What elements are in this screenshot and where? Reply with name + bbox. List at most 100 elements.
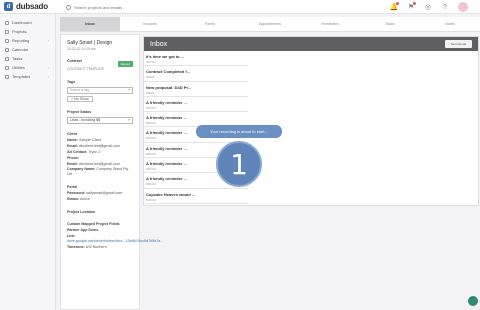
portal-label: Portal xyxy=(67,185,78,190)
chevron-right-icon: › xyxy=(47,74,49,79)
project-status-select[interactable]: Lead : Invoicing $$ ▾ xyxy=(67,117,133,125)
field-value: Sample Client xyxy=(79,138,102,143)
client-row: Company Name: Company Stand Pty Ltd xyxy=(67,167,133,177)
partner-label: Partner App Demo xyxy=(67,228,99,233)
dashboard-icon xyxy=(5,20,9,25)
chart-icon xyxy=(5,38,9,43)
portal-row: Status: Active xyxy=(67,197,133,202)
message-date: 10/7/21 xyxy=(146,60,157,64)
sidebar-item-projects[interactable]: Projects xyxy=(0,27,55,36)
field-value: dbcclient.test@gmail.com xyxy=(78,161,120,166)
send-email-button[interactable]: Send Email xyxy=(444,40,472,48)
help-icon[interactable]: ? xyxy=(441,3,449,11)
sidebar-item-templates[interactable]: Templates › xyxy=(0,72,55,81)
list-item[interactable]: It's time we got to ... 10/7/21 xyxy=(144,51,248,67)
tab-tasks[interactable]: Tasks xyxy=(360,17,420,32)
template-icon xyxy=(5,74,9,79)
inbox-header: Inbox Send Email xyxy=(144,37,478,51)
tab-forms[interactable]: Forms xyxy=(180,17,240,32)
bell-icon[interactable]: 🔔 xyxy=(390,2,399,11)
message-subject: It's time we got to ... xyxy=(146,54,185,59)
client-row: Email: dbcclient.test@gmail.com xyxy=(67,144,133,149)
top-bar: d dubsado 🔔 ⚑ ◎ ? xyxy=(0,0,480,14)
message-date: 8/26/22 xyxy=(146,197,157,202)
project-status-value: Lead : Invoicing $$ xyxy=(70,118,101,123)
custom-fields-label: Custom Mapped Project Fields xyxy=(67,222,120,227)
folder-icon xyxy=(5,29,9,34)
client-label: Client xyxy=(67,132,77,137)
field-value: US/ Northern xyxy=(85,244,107,249)
tab-invoices[interactable]: Invoices xyxy=(120,17,180,32)
drive-link[interactable]: drive.google.com/drive/folders/thcx...12… xyxy=(67,239,163,243)
sidebar-item-label: Dashboard xyxy=(12,20,32,25)
app-logo[interactable]: d dubsado xyxy=(4,2,48,11)
wrench-icon xyxy=(5,65,9,70)
project-tabs: Inbox Invoices Forms Appointments Remind… xyxy=(60,17,480,32)
field-value: Tryon 2 xyxy=(88,149,101,154)
list-item[interactable]: Contract Completed f... 9/8/22 xyxy=(144,66,248,82)
message-subject: New proposal: D4D Pr... xyxy=(146,84,192,90)
field-key: Name: xyxy=(67,138,78,143)
message-subject: Cupcake Heaven would ... xyxy=(146,191,196,197)
search-input[interactable] xyxy=(74,4,274,10)
contract-template[interactable]: CONTRACT TEMPLATE xyxy=(67,67,133,72)
portal-row: Password: sallysmart@gmail.com xyxy=(67,191,133,196)
link-row: Link: drive.google.com/drive/folders/thc… xyxy=(67,234,163,244)
recording-countdown: 1 xyxy=(216,141,262,187)
sidebar-item-label: Tasks xyxy=(12,56,23,61)
flag-icon[interactable]: ⚑ xyxy=(407,2,416,11)
app-name: dubsado xyxy=(16,2,48,11)
field-key: Timezone: xyxy=(67,244,85,249)
search-icon xyxy=(66,4,71,10)
sidebar-item-reporting[interactable]: Reporting › xyxy=(0,36,55,45)
field-key: Link: xyxy=(67,234,76,239)
sidebar: Dashboard Projects Reporting › Calendar … xyxy=(0,14,56,310)
sidebar-item-label: Templates xyxy=(12,74,31,79)
client-row: Name: Sample Client xyxy=(67,138,133,143)
sidebar-item-dashboard[interactable]: Dashboard xyxy=(0,18,55,27)
tab-reminders[interactable]: Reminders xyxy=(300,17,360,32)
list-item[interactable]: A friendly reminder ... 8/26/22 xyxy=(144,97,248,113)
client-row: Alt Contact: Tryon 2 xyxy=(67,150,133,155)
field-key: Company Name: xyxy=(67,167,96,172)
field-value: dbcclient.test@gmail.com xyxy=(78,144,120,148)
top-icons: 🔔 ⚑ ◎ ? xyxy=(390,2,468,12)
tab-notes[interactable]: Notes xyxy=(420,17,480,32)
chevron-right-icon: › xyxy=(47,38,49,43)
tab-inbox[interactable]: Inbox xyxy=(60,17,120,32)
tab-appointments[interactable]: Appointments xyxy=(240,17,300,32)
chat-help-icon[interactable] xyxy=(468,296,478,306)
sidebar-item-utilities[interactable]: Utilities › xyxy=(0,63,55,72)
tasks-icon xyxy=(5,56,9,61)
message-subject: A friendly reminder ... xyxy=(146,115,187,121)
logo-icon: d xyxy=(4,2,13,11)
tag-select[interactable]: Select a tag ▾ xyxy=(67,86,133,94)
timezone-row: Timezone: US/ Northern xyxy=(67,245,133,250)
project-details-panel: Sally Smart | Design 10-22-22 10:25 am C… xyxy=(60,34,163,310)
field-key: Phone: xyxy=(67,155,80,160)
inbox-title: Inbox xyxy=(150,40,168,48)
calendar-icon xyxy=(5,47,9,52)
sidebar-item-label: Utilities xyxy=(12,65,25,70)
sidebar-item-tasks[interactable]: Tasks xyxy=(0,54,55,63)
list-item[interactable]: Cupcake Heaven would ... 8/26/22 xyxy=(144,189,248,204)
chevron-right-icon: › xyxy=(47,65,49,70)
chevron-down-icon: ▾ xyxy=(128,118,130,123)
client-row: Phone: xyxy=(67,156,133,161)
list-item[interactable]: New proposal: D4D Pr... 9/8/22 xyxy=(144,82,248,97)
project-title[interactable]: Sally Smart | Design xyxy=(67,40,133,47)
recording-tooltip: Your recording is about to start... xyxy=(196,125,282,138)
project-location-label: Project Location xyxy=(67,209,96,214)
tag-chip-label: No Show xyxy=(74,96,89,101)
sidebar-item-calendar[interactable]: Calendar xyxy=(0,45,55,54)
field-key: Alt Contact: xyxy=(67,149,88,154)
search-bar[interactable] xyxy=(66,3,302,11)
sidebar-item-label: Reporting xyxy=(12,38,30,43)
message-date: 9/8/22 xyxy=(146,75,155,80)
status-badge: Signed xyxy=(117,61,133,68)
field-key: Status: xyxy=(67,196,80,201)
check-circle-icon[interactable]: ◎ xyxy=(424,3,432,11)
avatar[interactable] xyxy=(458,2,468,12)
tag-select-value: Select a tag xyxy=(70,87,89,92)
tag-chip[interactable]: × No Show xyxy=(67,95,93,103)
